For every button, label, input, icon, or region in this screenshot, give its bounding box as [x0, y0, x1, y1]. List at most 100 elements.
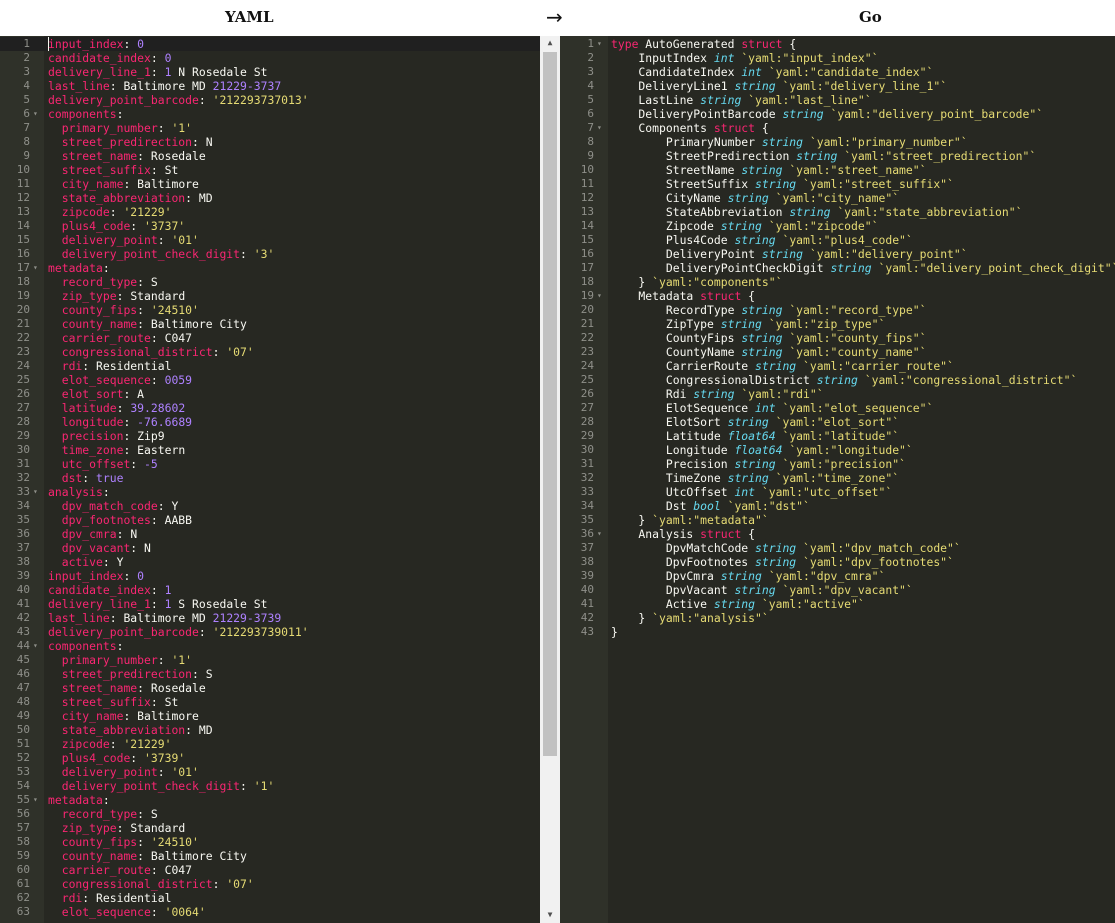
yaml-text: analysis:: [48, 485, 110, 499]
line-number: 47: [16, 681, 30, 694]
go-token: StateAbbreviation: [611, 205, 790, 219]
yaml-text: dpv_footnotes: AABB: [48, 513, 192, 527]
line-number: 12: [16, 191, 30, 204]
yaml-editor[interactable]: 1 input_index: 0 2 candidate_index: 0 3 deliv…: [0, 36, 540, 923]
code-line: 43 delivery_point_barcode: '212293739011': [0, 625, 540, 639]
go-editor[interactable]: 1 ▾ type AutoGenerated struct {2 InputInde…: [560, 36, 1115, 923]
yaml-key: longitude: [61, 415, 124, 429]
yaml-text: street_suffix: St: [48, 163, 179, 177]
go-token: `yaml:"utc_offset"`: [761, 485, 893, 499]
code-line: 18 } `yaml:"components"`: [560, 275, 1115, 289]
code-line: 51 zipcode: '21229': [0, 737, 540, 751]
go-token: Components: [611, 121, 714, 135]
line-number: 12: [580, 191, 594, 204]
go-token: `yaml:"county_name"`: [789, 345, 927, 359]
go-text: }: [611, 625, 618, 639]
line-number: 16: [580, 247, 594, 260]
yaml-value: '07': [226, 877, 254, 891]
yaml-colon: :: [150, 373, 158, 387]
go-token: }: [611, 275, 653, 289]
go-text: type AutoGenerated struct {: [611, 37, 796, 51]
yaml-value: 39.28602: [130, 401, 186, 415]
yaml-colon: :: [109, 205, 117, 219]
go-token: string: [720, 317, 762, 331]
yaml-key: delivery_line_1: [48, 65, 151, 79]
yaml-colon: :: [137, 317, 145, 331]
yaml-colon: :: [150, 331, 158, 345]
go-token: string: [782, 107, 824, 121]
yaml-colon: :: [150, 905, 158, 919]
scrollbar-thumb[interactable]: [543, 52, 557, 756]
code-line: 5 LastLine string `yaml:"last_line"`: [560, 93, 1115, 107]
go-token: [803, 247, 810, 261]
go-token: `yaml:"delivery_line_1"`: [782, 79, 948, 93]
code-line: 55 ▾ metadata:: [0, 793, 540, 807]
line-number: 36: [580, 527, 594, 540]
go-token: string: [727, 471, 769, 485]
code-line: 44 ▾ components:: [0, 639, 540, 653]
yaml-colon: :: [137, 681, 145, 695]
scroll-up-arrow-icon[interactable]: ▲: [544, 38, 556, 48]
go-token: `yaml:"precision"`: [782, 457, 906, 471]
yaml-text: zip_type: Standard: [48, 289, 185, 303]
code-line: 28 longitude: -76.6689: [0, 415, 540, 429]
yaml-key: plus4_code: [61, 751, 131, 765]
go-token: [762, 569, 769, 583]
go-token: [755, 597, 762, 611]
line-number: 18: [16, 275, 30, 288]
yaml-value: Baltimore City: [150, 317, 247, 331]
code-line: 63 elot_sequence: '0064': [0, 905, 540, 919]
line-number: 39: [16, 569, 30, 582]
line-number: 33: [16, 485, 30, 498]
yaml-code-area[interactable]: 1 input_index: 0 2 candidate_index: 0 3 deliv…: [0, 37, 540, 919]
go-token: `yaml:"latitude"`: [782, 429, 900, 443]
go-token: [858, 373, 865, 387]
yaml-colon: :: [116, 639, 124, 653]
code-line: 49 city_name: Baltimore: [0, 709, 540, 723]
line-number: 37: [16, 541, 30, 554]
yaml-key: delivery_line_1: [48, 597, 151, 611]
yaml-value: Standard: [130, 821, 186, 835]
code-line: 19 zip_type: Standard: [0, 289, 540, 303]
go-token: `yaml:"congressional_district"`: [864, 373, 1078, 387]
yaml-text: components:: [48, 639, 123, 653]
go-text: Latitude float64 `yaml:"latitude"`: [611, 429, 899, 443]
go-code-area[interactable]: 1 ▾ type AutoGenerated struct {2 InputInde…: [560, 37, 1115, 639]
go-token: string: [741, 303, 783, 317]
yaml-text: elot_sequence: '0064': [48, 905, 206, 919]
code-line: 22 CountyFips string `yaml:"county_fips"…: [560, 331, 1115, 345]
yaml-colon: :: [109, 79, 117, 93]
scroll-down-arrow-icon[interactable]: ▼: [544, 910, 556, 920]
code-line: 58 county_fips: '24510': [0, 835, 540, 849]
go-pane-title: Go: [859, 8, 882, 26]
yaml-key: primary_number: [61, 653, 158, 667]
go-token: [762, 65, 769, 79]
go-token: string: [816, 373, 858, 387]
go-token: `yaml:"time_zone"`: [775, 471, 900, 485]
line-number: 43: [580, 625, 594, 638]
go-text: UtcOffset int `yaml:"utc_offset"`: [611, 485, 892, 499]
go-text: ZipType string `yaml:"zip_type"`: [611, 317, 885, 331]
go-token: }: [611, 625, 618, 639]
line-number: 8: [23, 135, 30, 148]
yaml-value: '01': [171, 765, 199, 779]
go-token: `yaml:"longitude"`: [789, 443, 913, 457]
go-text: DpvVacant string `yaml:"dpv_vacant"`: [611, 583, 913, 597]
yaml-key: delivery_point_barcode: [48, 625, 199, 639]
line-number: 1: [23, 37, 30, 50]
go-text: StreetPredirection string `yaml:"street_…: [611, 149, 1036, 163]
yaml-value: '3739': [144, 751, 186, 765]
go-token: ElotSequence: [611, 401, 756, 415]
